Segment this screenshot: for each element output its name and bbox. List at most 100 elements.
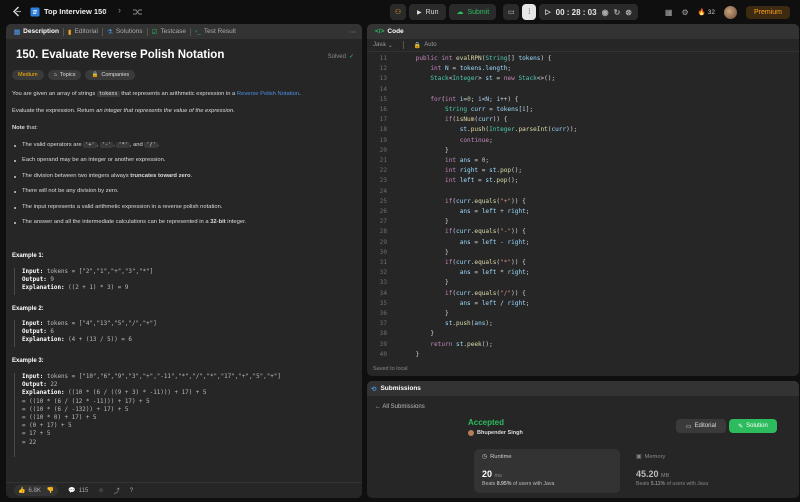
author-name[interactable]: Bhupender Singh: [477, 430, 523, 436]
beats-text: Beats: [482, 481, 497, 487]
line-number: 18: [379, 126, 387, 134]
topics-label: Topics: [59, 72, 76, 78]
chip-icon: ▣: [636, 454, 642, 460]
rpn-link[interactable]: Reverse Polish Notation: [237, 91, 299, 97]
beats-text: of users with Java: [665, 481, 709, 487]
tab-code[interactable]: </> Code: [371, 24, 408, 39]
example-title: Example 2:: [12, 306, 44, 312]
more-options-icon[interactable]: ⋯: [350, 28, 357, 36]
inline-code: '/': [144, 142, 158, 148]
note-text: The valid operators are: [22, 142, 84, 148]
note-item: There will not be any division by zero.: [22, 188, 119, 194]
problem-list-title[interactable]: Top Interview 150: [44, 7, 106, 16]
settings-gear-icon[interactable]: ⚙: [681, 8, 688, 17]
tab-editorial-label: Editorial: [74, 28, 98, 35]
tab-solutions[interactable]: ⚗ Solutions: [103, 24, 147, 39]
terminal-icon: ›_: [195, 28, 201, 35]
tab-testcase[interactable]: ☑ Testcase: [148, 24, 190, 39]
streak-counter[interactable]: 🔥 32: [697, 8, 715, 17]
all-submissions-link[interactable]: ← All Submissions: [375, 404, 425, 410]
run-controls: ⚇ ▶ Run ☁ Submit ▭ ⁞ ▷ 00 : 28 : 03 ◉ ↻ ⊗: [390, 4, 638, 20]
like-button[interactable]: 👍 6.8K 👎: [14, 485, 59, 496]
eye-icon[interactable]: ◉: [602, 8, 609, 17]
topics-chip[interactable]: ⌂ Topics: [47, 70, 82, 80]
code-line: ans = left / right;: [401, 299, 530, 307]
line-number: 30: [379, 248, 387, 256]
fire-icon: 🔥: [697, 9, 706, 16]
input-label: Input:: [22, 374, 44, 380]
problem-list-icon[interactable]: [30, 7, 40, 17]
code-line: ans = left * right;: [401, 269, 530, 277]
timer-grip-button[interactable]: ⁞: [522, 4, 537, 20]
note-label: Note: [12, 125, 25, 131]
tab-editorial[interactable]: ▮ Editorial: [64, 24, 102, 39]
note-text: .: [157, 142, 160, 148]
code-line: Stack<Integer> st = new Stack<>();: [401, 75, 556, 83]
code-tabs: </> Code: [367, 24, 799, 39]
likes-count: 6.8K: [28, 487, 41, 494]
note-bold: 32-bit: [210, 219, 226, 225]
timer-play-icon[interactable]: ▷: [545, 8, 550, 16]
note-item: The division between two integers always…: [22, 173, 192, 179]
evaluate-text: Evaluate the expression. Return: [12, 108, 97, 114]
tab-description[interactable]: ▤ Description: [10, 24, 63, 39]
code-line: return st.peek();: [401, 340, 493, 348]
autosave-toggle[interactable]: 🔒 Auto: [414, 42, 437, 49]
timer: ▷ 00 : 28 : 03 ◉ ↻ ⊗: [539, 4, 638, 20]
tab-code-label: Code: [387, 28, 404, 35]
input-label: Input:: [22, 321, 44, 327]
language-select[interactable]: Java ⌄: [373, 42, 393, 49]
solution-button[interactable]: ✎ Solution: [729, 419, 777, 433]
code-line: ans = left - right;: [401, 238, 530, 246]
tab-submissions[interactable]: Submissions: [380, 385, 420, 392]
memory-card[interactable]: ▣ Memory 45.20 MB Beats 5.11% of users wi…: [628, 449, 778, 493]
code-line: }: [401, 350, 420, 358]
thumbs-down-icon[interactable]: 👎: [47, 487, 54, 494]
note-text: integer.: [225, 219, 247, 225]
line-number: 19: [379, 136, 387, 144]
debug-button[interactable]: ⚇: [390, 4, 406, 20]
note-text: The division between two integers always: [22, 173, 131, 179]
example-explanation: (4 + (13 / 5)) = 6: [68, 337, 132, 344]
run-button[interactable]: ▶ Run: [409, 4, 447, 20]
notes-button[interactable]: ▭: [503, 4, 520, 20]
code-panel: </> Code Java ⌄ 🔒 Auto 11 12 13 14 15 16 17…: [367, 24, 799, 376]
editorial-button[interactable]: ▭ Editorial: [676, 419, 726, 433]
note-text: .: [190, 173, 193, 179]
code-editor[interactable]: 11 12 13 14 15 16 17 18 19 20 21 22 23 2…: [367, 54, 799, 359]
explanation-label: Explanation:: [22, 285, 65, 292]
star-icon[interactable]: ☆: [98, 487, 103, 494]
line-number: 13: [379, 75, 387, 83]
premium-button[interactable]: Premium: [745, 5, 790, 19]
editorial-book-icon: ▮: [67, 28, 72, 36]
explanation-step: = ((10 * 0) + 17) + 5: [22, 415, 97, 422]
comments-button[interactable]: 💬 115: [68, 487, 88, 495]
leetcode-logo-icon[interactable]: [12, 6, 22, 17]
avatar[interactable]: [723, 5, 737, 19]
inline-code: '+': [83, 142, 97, 148]
runtime-card[interactable]: ◷ Runtime 20 ms Beats 8.95% of users with…: [474, 449, 620, 493]
help-icon[interactable]: ?: [130, 488, 133, 494]
line-number: 31: [379, 259, 387, 266]
chevron-down-icon: ⌄: [387, 42, 393, 49]
run-label: Run: [425, 8, 439, 16]
tab-description-label: Description: [23, 28, 59, 35]
line-number: 21: [379, 157, 387, 164]
next-problem-icon[interactable]: ›: [118, 5, 121, 15]
prev-problem-icon[interactable]: ‹: [104, 5, 107, 15]
close-icon[interactable]: ⊗: [625, 8, 632, 17]
output-label: Output:: [22, 329, 47, 336]
submit-button[interactable]: ☁ Submit: [449, 4, 497, 20]
layout-icon[interactable]: ▦: [665, 8, 673, 17]
line-number: 20: [379, 146, 387, 154]
reset-icon[interactable]: ↻: [614, 8, 621, 17]
shuffle-icon[interactable]: [133, 8, 142, 16]
share-icon[interactable]: ⤴: [114, 486, 120, 495]
notebook-icon: ▭: [507, 9, 515, 16]
runtime-number: 20: [482, 469, 493, 479]
companies-chip[interactable]: 🔒 Companies: [85, 70, 136, 80]
thumbs-up-icon: 👍: [18, 488, 26, 494]
timer-value: 00 : 28 : 03: [555, 7, 597, 17]
grip-icon: ⁞: [528, 8, 531, 16]
tab-test-result[interactable]: ›_ Test Result: [191, 24, 240, 39]
